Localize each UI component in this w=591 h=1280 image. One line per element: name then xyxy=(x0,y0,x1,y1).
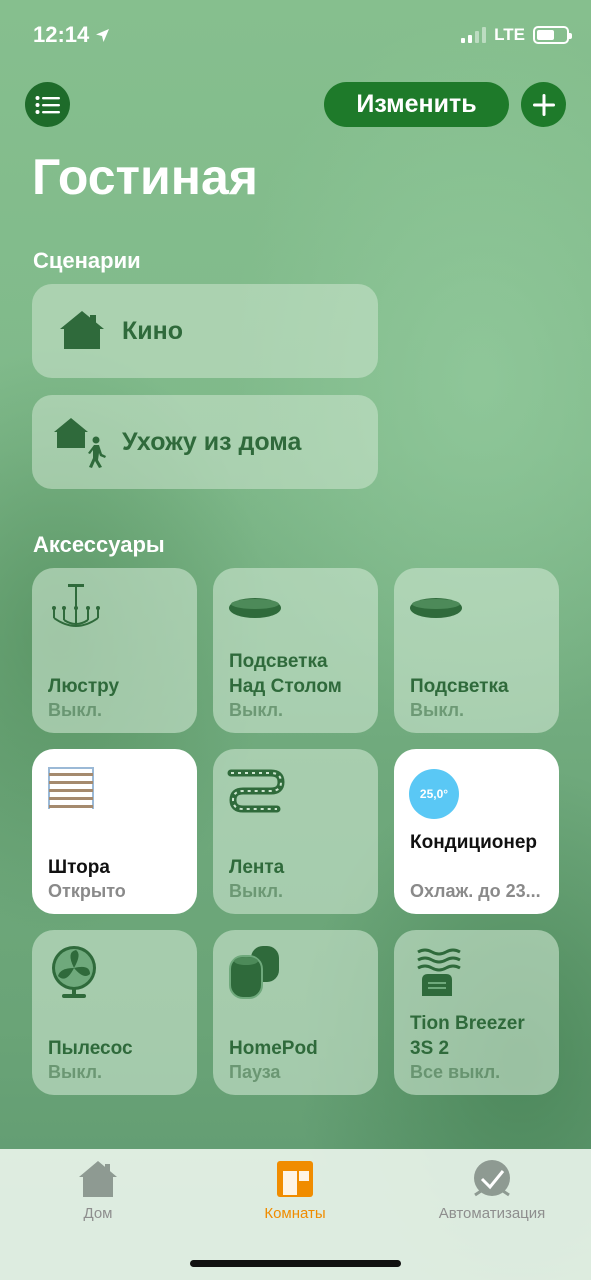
accessory-status: Все выкл. xyxy=(410,1062,501,1082)
plus-icon xyxy=(532,93,555,116)
scene-label: Ухожу из дома xyxy=(122,427,302,456)
location-arrow-icon xyxy=(96,28,110,42)
accessory-status: Выкл. xyxy=(410,700,465,720)
network-label: LTE xyxy=(494,25,525,44)
accessory-status: Выкл. xyxy=(48,1062,103,1082)
accessory-air-conditioner[interactable]: 25,0° Кондиционер Охлаж. до 23... xyxy=(394,749,559,914)
accessory-name: Tion Breezer 3S 2 xyxy=(410,1013,525,1059)
accessory-name: Кондиционер xyxy=(410,832,538,853)
blinds-icon xyxy=(46,763,106,819)
led-tape-icon xyxy=(227,763,287,819)
accessory-name: Пылесос xyxy=(48,1038,133,1059)
chandelier-icon xyxy=(46,582,106,638)
page-title: Гостиная xyxy=(32,149,258,205)
accessories-section-title: Аксессуары xyxy=(33,532,165,557)
tab-label: Дом xyxy=(83,1205,113,1222)
edit-button[interactable]: Изменить xyxy=(324,82,509,127)
accessory-table-light[interactable]: Подсветка Над Столом Выкл. xyxy=(213,568,378,733)
thermostat-icon: 25,0° xyxy=(409,769,459,819)
accessory-status: Выкл. xyxy=(229,881,284,901)
accessory-curtain[interactable]: Штора Открыто xyxy=(32,749,197,914)
accessory-tion-breezer[interactable]: Tion Breezer 3S 2 Все выкл. xyxy=(394,930,559,1095)
accessory-name: Подсветка Над Столом xyxy=(229,651,342,697)
status-time-text: 12:14 xyxy=(33,22,90,47)
tab-label: Комнаты xyxy=(264,1205,326,1222)
accessory-name: Штора xyxy=(48,857,110,878)
leave-home-icon xyxy=(52,417,112,468)
scene-leave-home[interactable]: Ухожу из дома xyxy=(32,395,378,489)
status-indicators: LTE xyxy=(461,25,572,45)
light-strip-oval-icon xyxy=(227,582,287,638)
accessory-led-strip[interactable]: Лента Выкл. xyxy=(213,749,378,914)
accessory-status: Охлаж. до 23... xyxy=(410,881,541,901)
accessory-chandelier[interactable]: Люстру Выкл. xyxy=(32,568,197,733)
house-icon xyxy=(79,1161,117,1197)
accessory-status: Открыто xyxy=(48,881,126,901)
accessory-name: Лента xyxy=(229,857,285,878)
scenes-section-title: Сценарии xyxy=(33,248,141,273)
home-indicator xyxy=(190,1260,401,1267)
accessory-status: Выкл. xyxy=(229,700,284,720)
battery-icon xyxy=(533,26,572,44)
light-strip-oval-icon xyxy=(408,582,468,638)
accessory-vacuum[interactable]: Пылесос Выкл. xyxy=(32,930,197,1095)
fan-icon xyxy=(46,944,106,1000)
tab-home[interactable]: Дом xyxy=(58,1159,138,1222)
accessory-status: Пауза xyxy=(229,1062,281,1082)
clock-icon xyxy=(474,1160,510,1197)
accessory-name: Люстру xyxy=(48,676,120,697)
homepod-icon xyxy=(227,944,287,1000)
list-icon xyxy=(35,95,60,114)
tab-rooms[interactable]: Комнаты xyxy=(245,1159,345,1222)
rooms-icon xyxy=(277,1161,313,1197)
scene-movie[interactable]: Кино xyxy=(32,284,378,378)
scene-label: Кино xyxy=(122,316,183,345)
accessory-name: HomePod xyxy=(229,1038,318,1059)
add-button[interactable] xyxy=(521,82,566,127)
status-time: 12:14 xyxy=(33,22,110,48)
home-icon xyxy=(52,306,112,356)
accessory-backlight[interactable]: Подсветка Выкл. xyxy=(394,568,559,733)
menu-button[interactable] xyxy=(25,82,70,127)
accessory-status: Выкл. xyxy=(48,700,103,720)
tab-label: Автоматизация xyxy=(438,1205,546,1222)
signal-icon xyxy=(461,27,487,43)
accessory-homepod[interactable]: HomePod Пауза xyxy=(213,930,378,1095)
air-purifier-icon xyxy=(408,944,468,1000)
accessory-name: Подсветка xyxy=(410,676,509,697)
tab-automation[interactable]: Автоматизация xyxy=(427,1159,557,1222)
